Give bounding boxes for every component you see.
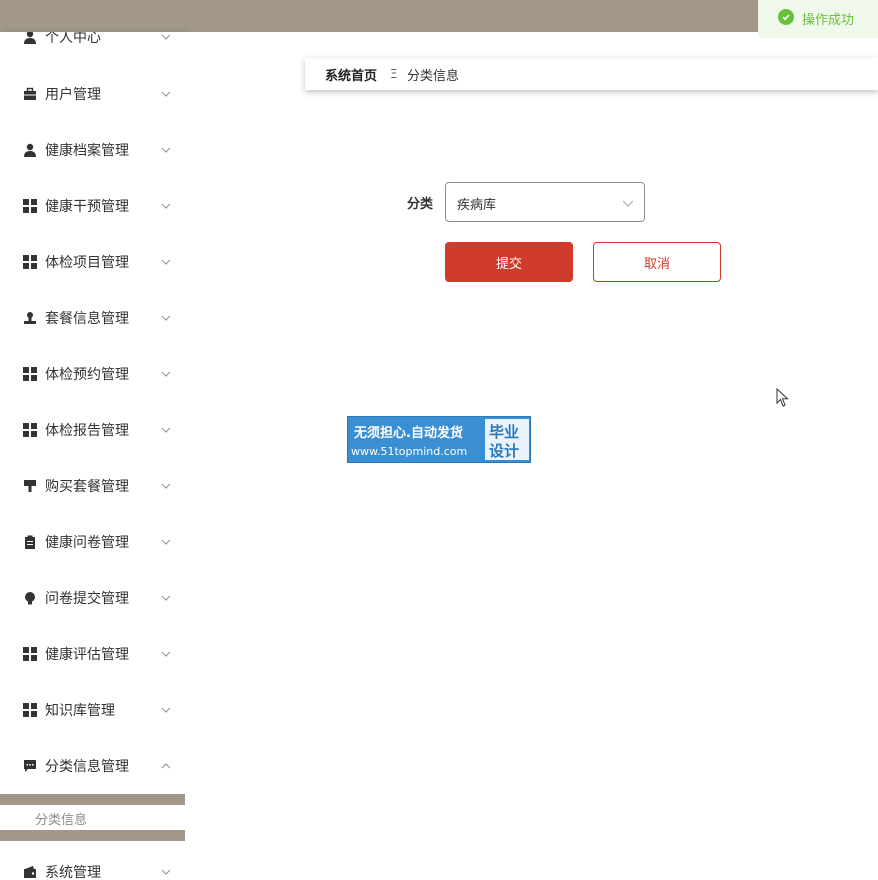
chevron-up-icon [160, 760, 172, 772]
sidebar-item-label: 购买套餐管理 [45, 479, 129, 495]
chevron-down-icon [160, 200, 172, 212]
sidebar-item-exam-items[interactable]: 体检项目管理 [0, 234, 185, 290]
submenu-divider [0, 794, 185, 805]
grid-icon [22, 366, 38, 382]
chevron-down-icon [160, 32, 172, 43]
sidebar-item-knowledge-base[interactable]: 知识库管理 [0, 682, 185, 738]
sidebar-item-health-records[interactable]: 健康档案管理 [0, 122, 185, 178]
submenu-divider [0, 830, 185, 841]
chevron-down-icon [160, 368, 172, 380]
grid-icon [22, 702, 38, 718]
sidebar-item-exam-booking[interactable]: 体检预约管理 [0, 346, 185, 402]
user-icon [22, 142, 38, 158]
sidebar-item-label: 健康问卷管理 [45, 535, 129, 551]
grid-icon [22, 646, 38, 662]
watermark-badge: 无须担心.自动发货 www.51topmind.com 毕业 设计 [347, 416, 531, 463]
category-select-value: 疾病库 [457, 198, 497, 213]
sidebar-item-purchase-package[interactable]: 购买套餐管理 [0, 458, 185, 514]
briefcase-icon [22, 86, 38, 102]
chat-icon [22, 758, 38, 774]
sidebar-item-label: 体检报告管理 [45, 423, 129, 439]
sidebar-item-label: 问卷提交管理 [45, 591, 129, 607]
brush-icon [22, 478, 38, 494]
sidebar-item-label: 知识库管理 [45, 703, 115, 719]
breadcrumb-current: 分类信息 [407, 68, 460, 84]
chevron-down-icon [160, 480, 172, 492]
sidebar-item-system-management[interactable]: 系统管理 [0, 844, 185, 880]
sidebar-subitem-label: 分类信息 [35, 813, 88, 828]
sidebar-item-label: 用户管理 [45, 87, 101, 103]
chevron-down-icon [160, 88, 172, 100]
wallet-icon [22, 864, 38, 880]
grid-icon [22, 198, 38, 214]
breadcrumb-home-link[interactable]: 系统首页 [325, 65, 377, 84]
sidebar-item-package-info[interactable]: 套餐信息管理 [0, 290, 185, 346]
toast-message: 操作成功 [802, 13, 855, 28]
chevron-down-icon [160, 648, 172, 660]
top-bar [0, 0, 878, 32]
sidebar-item-label: 个人中心 [45, 32, 101, 46]
chevron-down-icon [160, 536, 172, 548]
watermark-right-line2: 设计 [489, 442, 520, 460]
chevron-down-icon [160, 866, 172, 878]
watermark-left: 无须担心.自动发货 www.51topmind.com [348, 417, 485, 462]
chevron-down-icon [160, 312, 172, 324]
sidebar-item-health-intervention[interactable]: 健康干预管理 [0, 178, 185, 234]
chevron-down-icon [160, 424, 172, 436]
sidebar-item-questionnaire-submission[interactable]: 问卷提交管理 [0, 570, 185, 626]
sidebar-item-label: 系统管理 [45, 865, 101, 880]
sidebar-item-health-questionnaire[interactable]: 健康问卷管理 [0, 514, 185, 570]
sidebar-item-exam-report[interactable]: 体检报告管理 [0, 402, 185, 458]
sidebar-item-health-assessment[interactable]: 健康评估管理 [0, 626, 185, 682]
chevron-down-icon [160, 144, 172, 156]
chevron-down-icon [160, 256, 172, 268]
sidebar-item-personal-center[interactable]: 个人中心 [0, 32, 185, 65]
chevron-down-icon [160, 704, 172, 716]
mouse-cursor-icon [776, 388, 789, 407]
cancel-button[interactable]: 取消 [593, 242, 721, 282]
success-toast: 操作成功 [758, 0, 878, 38]
sidebar-subitem-category-info[interactable]: 分类信息 [0, 805, 185, 830]
breadcrumb: 系统首页 Ξ 分类信息 [305, 58, 878, 90]
sidebar-item-label: 体检项目管理 [45, 255, 129, 271]
grid-icon [22, 254, 38, 270]
watermark-line2: www.51topmind.com [351, 445, 468, 458]
grid-icon [22, 422, 38, 438]
category-label: 分类 [407, 197, 434, 212]
watermark-right: 毕业 设计 [485, 419, 529, 460]
chevron-down-icon [622, 197, 634, 209]
sidebar-item-user-management[interactable]: 用户管理 [0, 66, 185, 122]
watermark-line1: 无须担心.自动发货 [354, 426, 463, 441]
submit-button[interactable]: 提交 [445, 242, 573, 282]
sidebar-item-category-management[interactable]: 分类信息管理 [0, 738, 185, 794]
sidebar-item-label: 体检预约管理 [45, 367, 129, 383]
sidebar-item-label: 健康评估管理 [45, 647, 129, 663]
sidebar-item-label: 分类信息管理 [45, 759, 129, 775]
bulb-icon [22, 590, 38, 606]
category-select[interactable]: 疾病库 [445, 182, 645, 222]
check-circle-icon [778, 9, 794, 25]
user-icon [22, 32, 38, 45]
stamp-icon [22, 310, 38, 326]
watermark-right-line1: 毕业 [489, 423, 520, 441]
sidebar-item-label: 健康档案管理 [45, 143, 129, 159]
clipboard-icon [22, 534, 38, 550]
sidebar-item-label: 套餐信息管理 [45, 311, 129, 327]
sidebar: 个人中心 用户管理 健康档案管理 健康干预管理 体检项目管理 套餐信息管理 体检… [0, 32, 185, 880]
main-content [185, 32, 878, 880]
chevron-down-icon [160, 592, 172, 604]
breadcrumb-separator: Ξ [390, 67, 398, 81]
sidebar-item-label: 健康干预管理 [45, 199, 129, 215]
